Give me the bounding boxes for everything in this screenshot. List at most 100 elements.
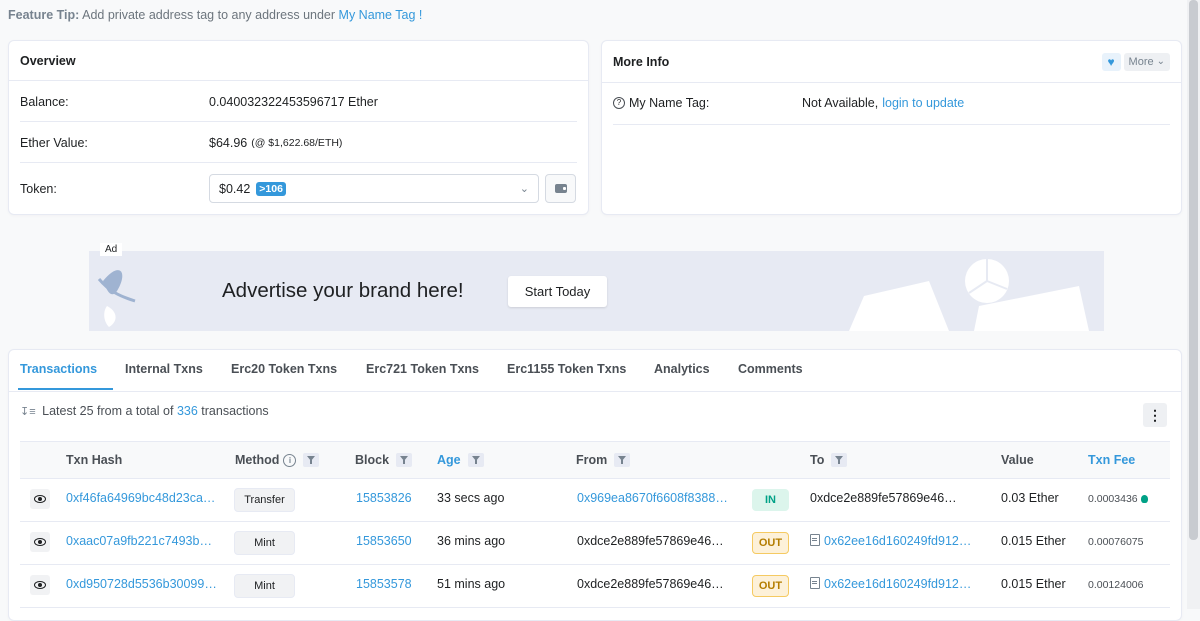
col-value: Value: [1001, 453, 1034, 467]
scrollbar-thumb[interactable]: [1189, 0, 1198, 540]
more-dropdown[interactable]: More ⌄: [1123, 52, 1170, 71]
more-options-icon[interactable]: ⋮: [1143, 403, 1167, 427]
col-method: Method i: [235, 453, 320, 467]
col-from: From: [576, 453, 631, 467]
tab-erc721-token-txns[interactable]: Erc721 Token Txns: [366, 362, 479, 376]
txn-fee: 0.0003436: [1088, 493, 1148, 505]
eye-icon[interactable]: [30, 532, 50, 552]
tab-erc20-token-txns[interactable]: Erc20 Token Txns: [231, 362, 337, 376]
value-text: 0.015 Ether: [1001, 534, 1066, 548]
tab-bar: Transactions Internal Txns Erc20 Token T…: [9, 350, 1181, 392]
tab-comments[interactable]: Comments: [738, 362, 803, 376]
token-value: $0.42: [219, 181, 251, 196]
txn-fee-value: 0.00076075: [1088, 536, 1144, 548]
transaction-count-link[interactable]: 336: [177, 404, 198, 418]
method-badge: Transfer: [234, 488, 295, 512]
feature-tip-label: Feature Tip:: [8, 8, 80, 22]
tab-internal-txns[interactable]: Internal Txns: [125, 362, 203, 376]
start-today-button[interactable]: Start Today: [508, 276, 607, 307]
more-info-actions: ♥ More ⌄: [1101, 52, 1170, 71]
age-text: 36 mins ago: [437, 534, 506, 548]
divider: [20, 121, 577, 122]
chevron-down-icon: ⌄: [519, 183, 529, 195]
filter-icon[interactable]: [614, 453, 631, 467]
eye-icon[interactable]: [30, 489, 50, 509]
tab-erc1155-token-txns[interactable]: Erc1155 Token Txns: [507, 362, 626, 376]
block-link[interactable]: 15853650: [356, 534, 412, 548]
more-label: More: [1128, 55, 1154, 68]
wallet-button[interactable]: [545, 174, 576, 203]
block-link[interactable]: 15853826: [356, 491, 412, 505]
divider: [20, 162, 577, 163]
tab-transactions[interactable]: Transactions: [20, 362, 97, 376]
from-address-link[interactable]: 0x969ea8670f6608f8388…: [577, 491, 728, 505]
col-block-label: Block: [355, 453, 390, 467]
token-dropdown[interactable]: $0.42 >106 ⌄: [209, 174, 539, 203]
to-address-link[interactable]: 0x62ee16d160249fd912…: [824, 577, 971, 591]
txn-hash-link[interactable]: 0xf46fa64969bc48d23ca…: [66, 491, 215, 505]
ether-value-row: Ether Value: $64.96 (@ $1,622.68/ETH): [20, 136, 577, 150]
wallet-icon: [554, 184, 567, 193]
my-name-tag-link[interactable]: My Name Tag: [339, 8, 416, 22]
col-from-label: From: [576, 453, 608, 467]
filter-icon[interactable]: [831, 453, 848, 467]
sort-icon: ↧≡: [20, 406, 36, 418]
to-address-wrap: 0x62ee16d160249fd912…: [810, 534, 971, 548]
filter-icon[interactable]: [303, 453, 320, 467]
transactions-summary: ↧≡ Latest 25 from a total of 336 transac…: [20, 404, 269, 418]
overview-card: Overview Balance: 0.040032322453596717 E…: [8, 40, 589, 215]
txn-hash-link[interactable]: 0xaac07a9fb221c7493b…: [66, 534, 212, 548]
value-text: 0.03 Ether: [1001, 491, 1059, 505]
direction-badge: OUT: [752, 575, 789, 597]
page-scrollbar[interactable]: [1187, 0, 1200, 609]
more-info-header: More Info ♥ More ⌄: [602, 41, 1181, 83]
age-text: 51 mins ago: [437, 577, 506, 591]
direction-badge: OUT: [752, 532, 789, 554]
ether-value-label: Ether Value:: [20, 136, 88, 150]
active-tab-indicator: [18, 388, 113, 390]
direction-badge: IN: [752, 489, 789, 511]
txn-hash-link[interactable]: 0xd950728d5536b30099…: [66, 577, 217, 591]
feature-tip-text: Add private address tag to any address u…: [82, 8, 336, 22]
col-age-label[interactable]: Age: [437, 453, 461, 467]
tab-analytics[interactable]: Analytics: [654, 362, 710, 376]
chevron-down-icon: ⌄: [1156, 56, 1165, 67]
col-to-label: To: [810, 453, 825, 467]
feature-tip: Feature Tip: Add private address tag to …: [8, 8, 422, 22]
name-tag-value: Not Available,: [802, 96, 879, 110]
name-tag-label: My Name Tag:: [629, 96, 710, 110]
login-to-update-link[interactable]: login to update: [882, 96, 964, 110]
to-address: 0xdce2e889fe57869e46…: [810, 491, 957, 505]
filter-icon[interactable]: [467, 453, 484, 467]
eye-icon[interactable]: [30, 575, 50, 595]
method-badge: Mint: [234, 531, 295, 555]
table-header: Txn Hash Method i Block Age From To Valu…: [20, 441, 1170, 479]
token-label: Token:: [20, 182, 57, 196]
col-txn-fee[interactable]: Txn Fee: [1088, 453, 1135, 467]
name-tag-label-wrap: ? My Name Tag:: [613, 96, 802, 110]
table-row: 0xd950728d5536b30099… Mint 15853578 51 m…: [20, 565, 1170, 608]
table-row: 0xaac07a9fb221c7493b… Mint 15853650 36 m…: [20, 522, 1170, 565]
age-text: 33 secs ago: [437, 491, 505, 505]
table-row: 0xf46fa64969bc48d23ca… Transfer 15853826…: [20, 479, 1170, 522]
heart-icon[interactable]: ♥: [1101, 52, 1121, 71]
balance-value: 0.040032322453596717 Ether: [209, 95, 378, 109]
ad-label: Ad: [100, 243, 123, 256]
info-icon[interactable]: i: [283, 453, 297, 467]
more-info-card: More Info ♥ More ⌄ ? My Name Tag: Not Av…: [601, 40, 1182, 215]
to-address-link[interactable]: 0x62ee16d160249fd912…: [824, 534, 971, 548]
filter-icon[interactable]: [396, 453, 413, 467]
txn-fee-value: 0.00124006: [1088, 579, 1144, 591]
more-info-title: More Info: [613, 54, 670, 69]
transactions-card: Transactions Internal Txns Erc20 Token T…: [8, 349, 1182, 621]
txn-fee-value: 0.0003436: [1088, 493, 1138, 505]
col-to: To: [810, 453, 848, 467]
ad-headline: Advertise your brand here!: [222, 279, 464, 302]
ad-banner[interactable]: Advertise your brand here! Start Today: [89, 251, 1104, 331]
balance-row: Balance: 0.040032322453596717 Ether: [20, 95, 577, 109]
from-address: 0xdce2e889fe57869e46…: [577, 534, 724, 548]
method-badge: Mint: [234, 574, 295, 598]
summary-prefix: Latest 25 from a total of: [42, 404, 174, 418]
block-link[interactable]: 15853578: [356, 577, 412, 591]
lightbulb-icon: [1140, 495, 1148, 503]
